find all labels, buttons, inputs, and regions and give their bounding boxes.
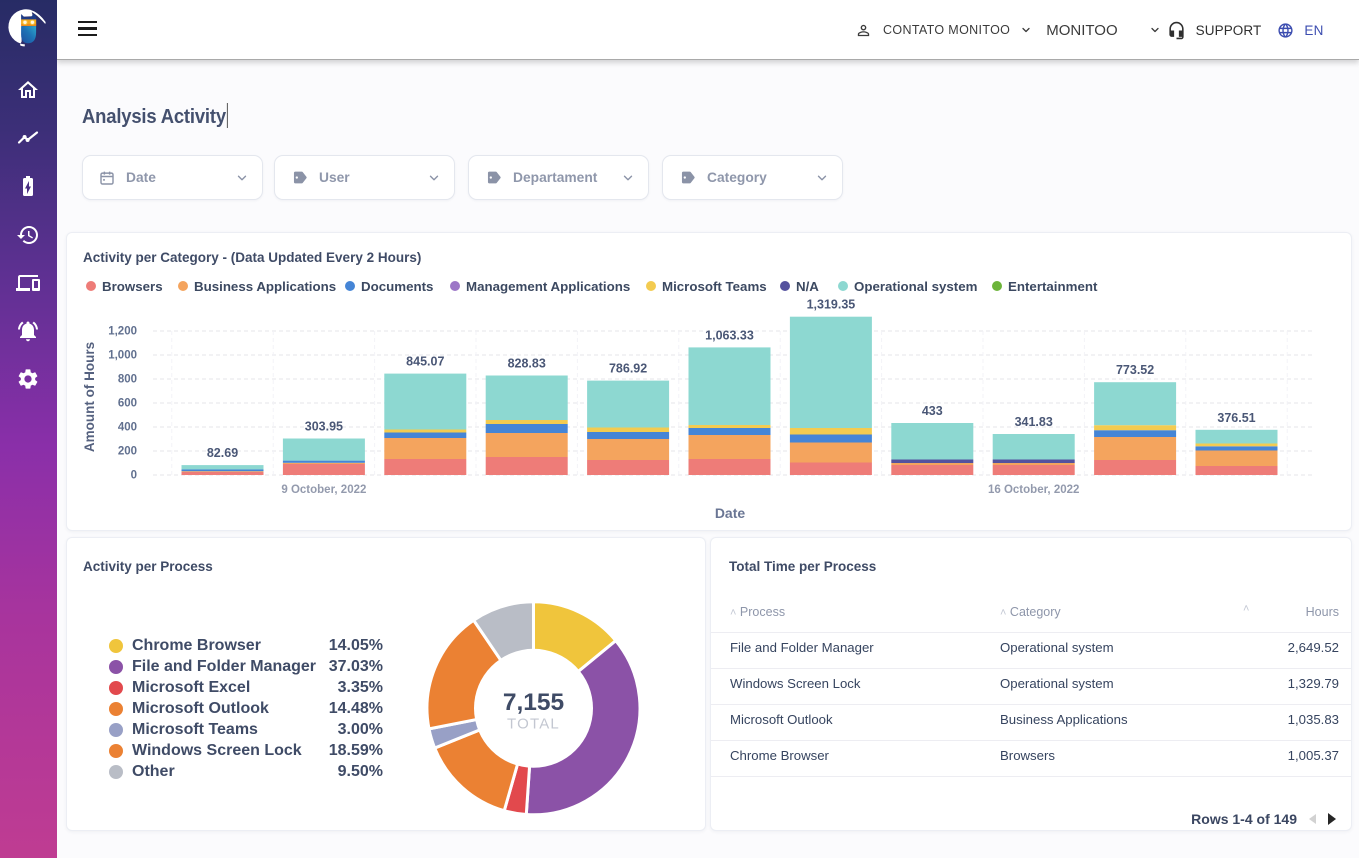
svg-text:7,155: 7,155 — [503, 689, 564, 716]
svg-text:16 October, 2022: 16 October, 2022 — [988, 484, 1079, 496]
svg-text:82.69: 82.69 — [207, 446, 238, 460]
svg-text:376.51: 376.51 — [1217, 411, 1255, 425]
svg-text:1,000: 1,000 — [108, 350, 137, 362]
svg-text:0: 0 — [131, 470, 137, 482]
svg-text:303.95: 303.95 — [305, 420, 343, 434]
svg-text:TOTAL: TOTAL — [507, 715, 560, 732]
svg-text:786.92: 786.92 — [609, 362, 647, 376]
svg-text:Date: Date — [715, 505, 746, 521]
svg-text:828.83: 828.83 — [508, 357, 546, 371]
svg-text:Amount of Hours: Amount of Hours — [82, 342, 97, 452]
svg-text:600: 600 — [118, 398, 137, 410]
svg-text:1,200: 1,200 — [108, 326, 137, 338]
svg-text:433: 433 — [922, 404, 943, 418]
svg-text:1,319.35: 1,319.35 — [807, 298, 856, 312]
svg-text:800: 800 — [118, 374, 137, 386]
svg-text:773.52: 773.52 — [1116, 363, 1154, 377]
svg-text:1,063.33: 1,063.33 — [705, 328, 754, 342]
svg-text:200: 200 — [118, 446, 137, 458]
svg-text:400: 400 — [118, 422, 137, 434]
svg-text:845.07: 845.07 — [406, 355, 444, 369]
svg-text:341.83: 341.83 — [1015, 415, 1053, 429]
svg-text:9 October, 2022: 9 October, 2022 — [281, 484, 366, 496]
